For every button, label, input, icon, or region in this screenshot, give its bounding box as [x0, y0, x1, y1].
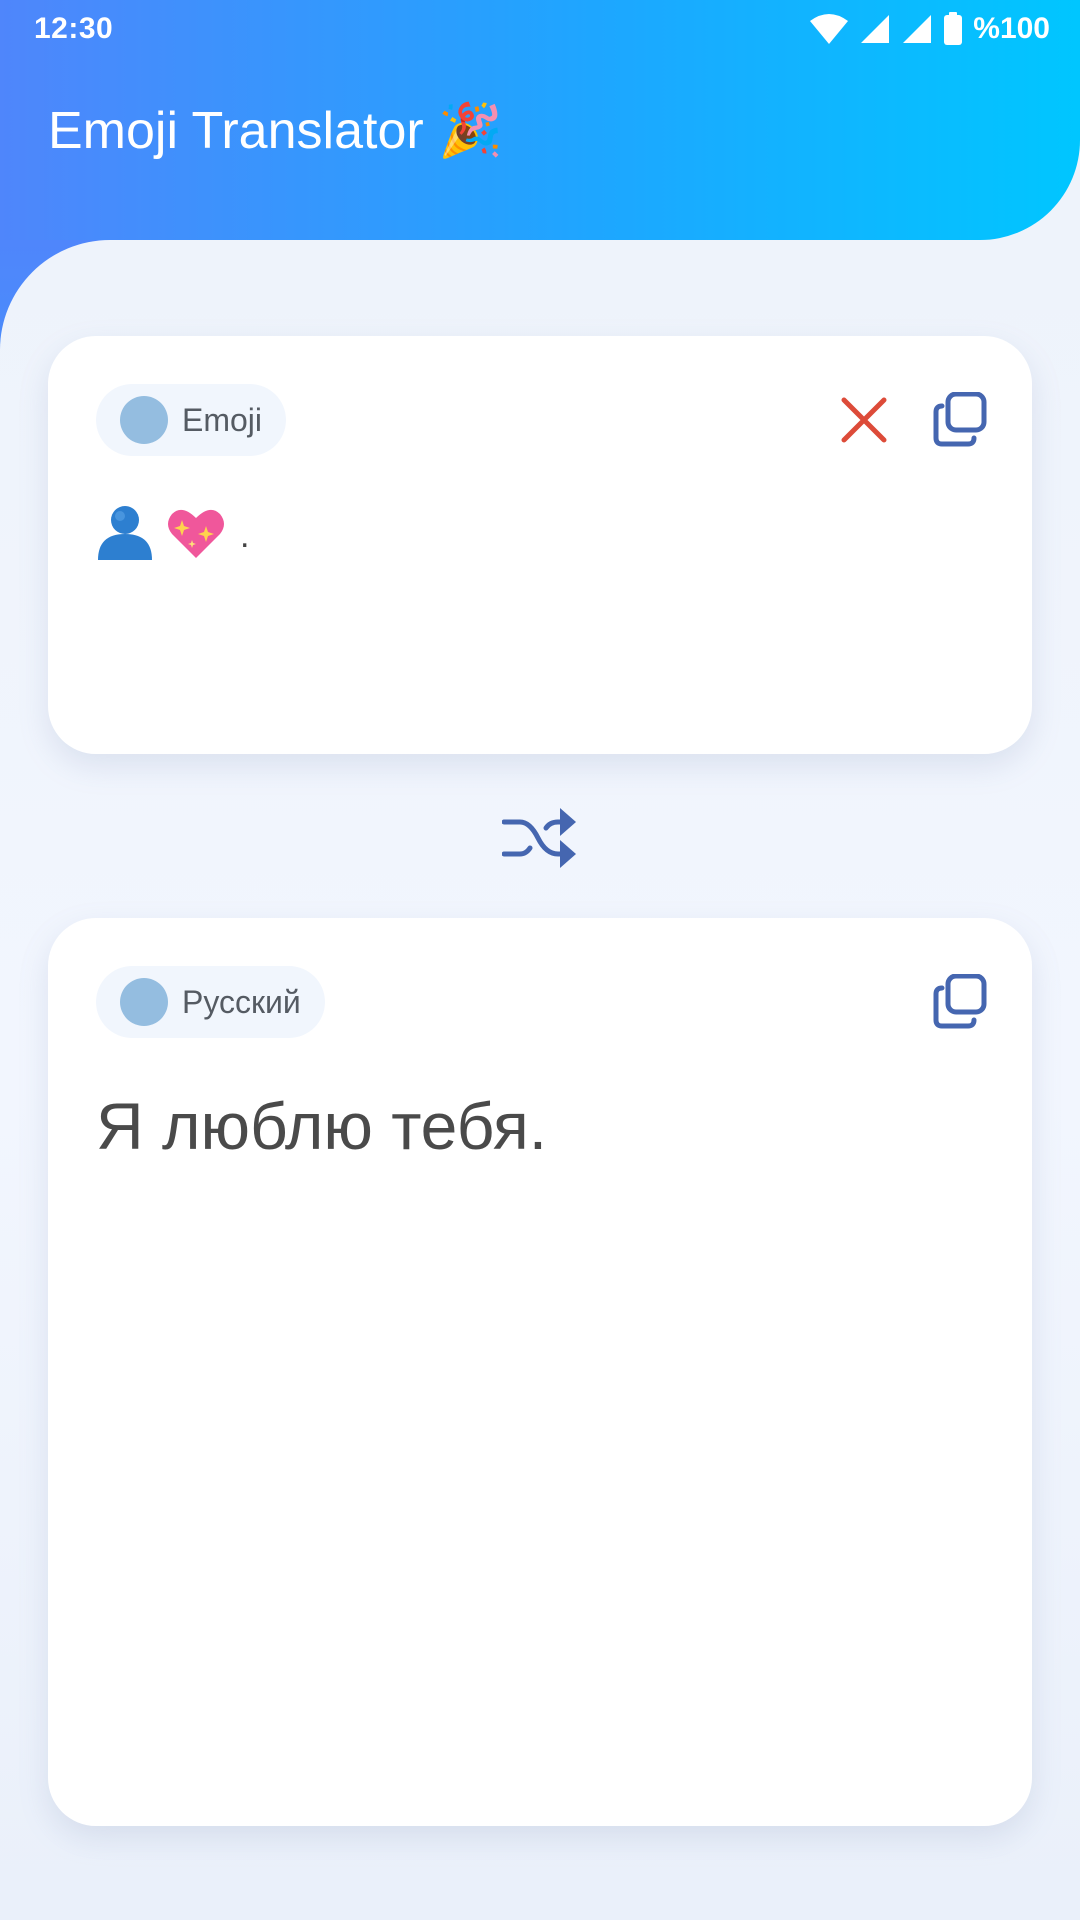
- source-language-label: Emoji: [182, 401, 263, 438]
- source-language-chip[interactable]: Emoji: [96, 384, 287, 456]
- language-flag-icon: [120, 396, 168, 444]
- close-icon: [841, 397, 887, 443]
- copy-icon: [933, 974, 987, 1029]
- status-time: 12:30: [34, 12, 114, 45]
- swap-languages-button[interactable]: [496, 800, 584, 876]
- wifi-icon: [810, 14, 849, 44]
- translation-text: Я люблю тебя.: [96, 1089, 548, 1163]
- clear-button[interactable]: [828, 384, 900, 456]
- source-card: Emoji .: [48, 336, 1032, 754]
- app-title: Emoji Translator 🎉: [48, 102, 503, 160]
- target-language-label: Русский: [182, 983, 301, 1020]
- status-bar: 12:30 %100: [0, 0, 1080, 58]
- language-flag-icon: [120, 978, 168, 1026]
- source-text-punctuation: .: [240, 517, 250, 555]
- signal-icon-2: [903, 15, 932, 43]
- shuffle-icon: [502, 808, 576, 868]
- source-text[interactable]: .: [96, 504, 249, 560]
- battery-level: %100: [973, 12, 1050, 45]
- bust-in-silhouette-icon: [98, 506, 152, 560]
- target-language-chip[interactable]: Русский: [96, 966, 325, 1038]
- copy-icon: [933, 392, 987, 447]
- signal-icon: [861, 15, 890, 43]
- status-icons: %100: [809, 12, 1050, 46]
- copy-source-button[interactable]: [924, 384, 996, 456]
- sparkling-heart-icon: [168, 509, 224, 558]
- translation-card: Русский Я люблю тебя.: [48, 918, 1032, 1826]
- battery-icon: [944, 12, 963, 45]
- copy-translation-button[interactable]: [924, 966, 996, 1038]
